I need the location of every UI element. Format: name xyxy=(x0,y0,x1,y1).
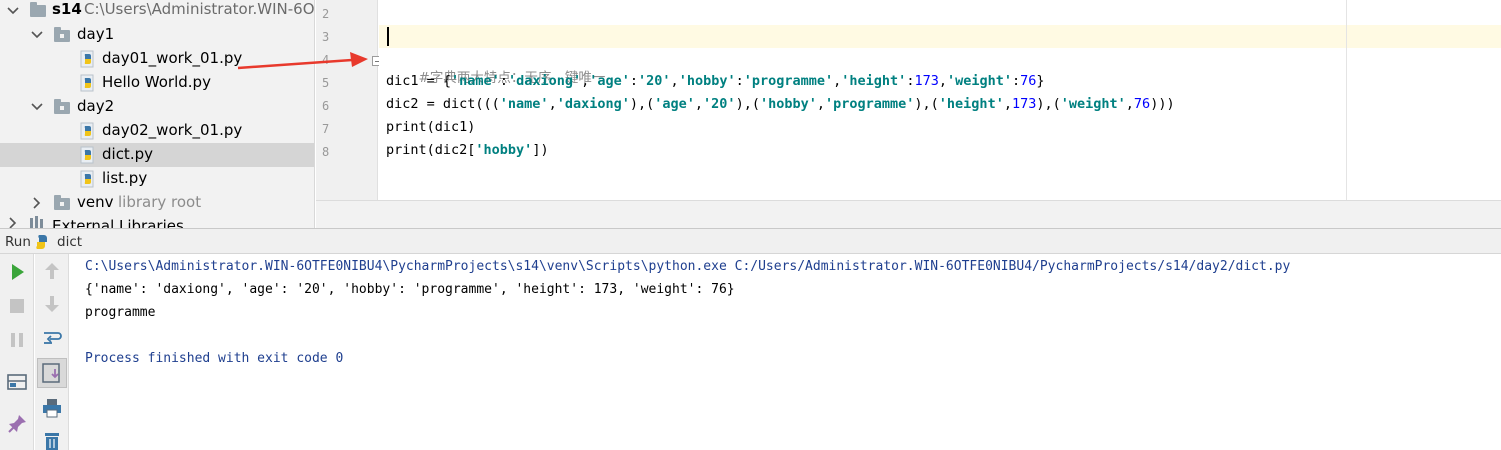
tree-item-dict[interactable]: dict.py xyxy=(0,143,314,167)
scroll-to-end-toggle[interactable] xyxy=(37,358,67,388)
chevron-down-icon[interactable] xyxy=(6,4,20,18)
down-arrow-icon[interactable] xyxy=(40,292,64,316)
tree-root-label: s14 xyxy=(52,0,82,18)
console-exit-message: Process finished with exit code 0 xyxy=(85,351,344,366)
tree-item-label: dict.py xyxy=(102,145,153,163)
chevron-down-icon[interactable] xyxy=(30,28,44,42)
soft-wrap-icon[interactable] xyxy=(40,326,64,350)
print-icon[interactable] xyxy=(40,396,64,420)
tree-item-label: day02_work_01.py xyxy=(102,121,243,139)
code-line-5: dic1 = {'name':'daxiong','age':'20','hob… xyxy=(386,73,1045,89)
line-number: 2 xyxy=(322,7,330,21)
code-editor[interactable]: #字典两大特点：无序，键唯一 dic1 = {'name':'daxiong',… xyxy=(379,0,1501,200)
tree-item-label: venv xyxy=(77,193,114,211)
code-line-6: dic2 = dict((('name','daxiong'),('age','… xyxy=(386,96,1175,112)
tree-root-s14[interactable]: s14 C:\Users\Administrator.WIN-6OT xyxy=(0,0,315,23)
line-number: 8 xyxy=(322,145,330,159)
editor-gutter: 2 3 4 5 6 7 8 xyxy=(316,0,378,200)
up-arrow-icon[interactable] xyxy=(40,259,64,283)
chevron-right-icon[interactable] xyxy=(30,196,44,210)
tree-item-day01-work-01[interactable]: day01_work_01.py xyxy=(0,47,314,71)
python-file-icon xyxy=(80,170,94,188)
console-output-line: {'name': 'daxiong', 'age': '20', 'hobby'… xyxy=(85,282,735,297)
run-console[interactable]: C:\Users\Administrator.WIN-6OTFE0NIBU4\P… xyxy=(70,254,1501,450)
folder-icon xyxy=(54,27,70,42)
folder-icon xyxy=(54,195,70,210)
trash-icon[interactable] xyxy=(40,428,64,450)
code-line-8: print(dic2['hobby']) xyxy=(386,142,549,158)
library-icon xyxy=(30,216,43,228)
current-line-highlight xyxy=(379,25,1501,48)
run-toolbar-secondary xyxy=(35,254,69,450)
line-number: 5 xyxy=(322,76,330,90)
layout-icon[interactable] xyxy=(5,370,29,394)
line-number: 6 xyxy=(322,99,330,113)
tree-item-label: External Libraries xyxy=(52,217,184,228)
run-panel-header: Run dict xyxy=(0,228,1501,254)
tree-item-label: day1 xyxy=(77,25,115,43)
tree-item-external-libraries[interactable]: External Libraries xyxy=(0,210,314,228)
library-root-label: library root xyxy=(118,193,202,211)
tree-item-day2[interactable]: day2 xyxy=(0,95,314,119)
run-toolbar-primary xyxy=(0,254,34,450)
text-caret xyxy=(387,27,389,46)
tree-item-hello-world[interactable]: Hello World.py xyxy=(0,71,314,95)
python-file-icon xyxy=(80,146,94,164)
folder-icon xyxy=(30,2,46,17)
code-line-7: print(dic1) xyxy=(386,119,476,135)
tree-item-label: day2 xyxy=(77,97,115,115)
tree-item-day1[interactable]: day1 xyxy=(0,23,314,47)
editor-bottom-bar xyxy=(316,200,1501,228)
folder-icon xyxy=(54,99,70,114)
tree-item-list[interactable]: list.py xyxy=(0,167,314,191)
tree-item-label: day01_work_01.py xyxy=(102,49,243,67)
chevron-right-icon[interactable] xyxy=(6,216,20,228)
console-output-line: programme xyxy=(85,305,156,320)
tree-item-label: Hello World.py xyxy=(102,73,211,91)
line-number: 3 xyxy=(322,30,330,44)
scroll-to-end-icon xyxy=(42,363,60,383)
stop-icon[interactable] xyxy=(5,294,29,318)
pin-icon[interactable] xyxy=(5,412,29,436)
right-margin-guide xyxy=(1346,0,1347,200)
console-command-line: C:\Users\Administrator.WIN-6OTFE0NIBU4\P… xyxy=(85,259,1291,274)
pause-icon[interactable] xyxy=(5,328,29,352)
run-config-tab[interactable]: dict xyxy=(57,234,82,250)
tree-item-label: list.py xyxy=(102,169,148,187)
python-file-icon xyxy=(80,50,94,68)
chevron-down-icon[interactable] xyxy=(30,100,44,114)
line-number: 4 xyxy=(322,53,330,67)
python-file-icon xyxy=(80,122,94,140)
project-tree: s14 C:\Users\Administrator.WIN-6OT day1 … xyxy=(0,0,315,228)
run-icon[interactable] xyxy=(5,260,29,284)
line-number: 7 xyxy=(322,122,330,136)
run-panel-title: Run xyxy=(5,234,31,250)
tree-root-path: C:\Users\Administrator.WIN-6OT xyxy=(84,0,315,18)
python-file-icon xyxy=(36,235,47,249)
tree-item-day02-work-01[interactable]: day02_work_01.py xyxy=(0,119,314,143)
python-file-icon xyxy=(80,74,94,92)
